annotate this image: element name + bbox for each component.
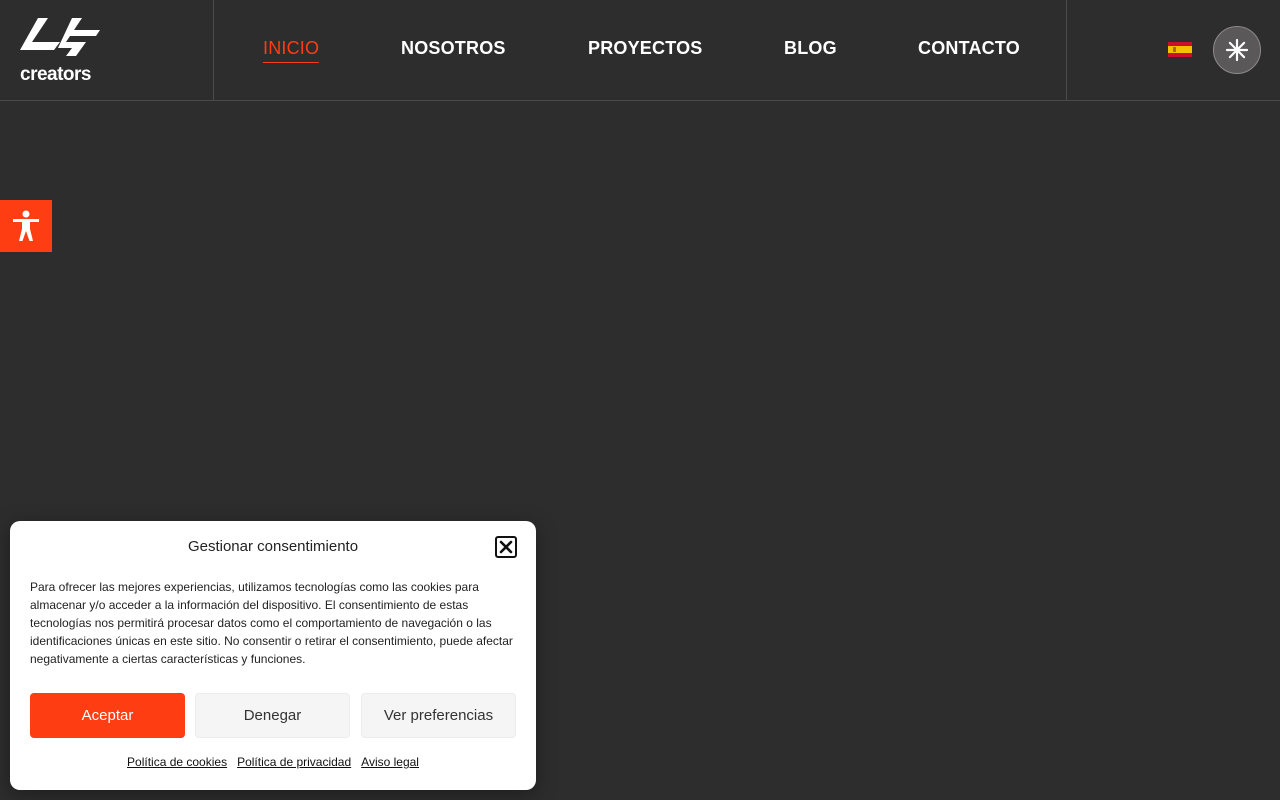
nav-item-contacto[interactable]: CONTACTO — [918, 38, 1020, 59]
asterisk-icon — [1225, 38, 1249, 62]
logo-text: creators — [20, 64, 92, 85]
privacy-policy-link[interactable]: Política de privacidad — [237, 755, 351, 769]
nav-item-proyectos[interactable]: PROYECTOS — [588, 38, 703, 59]
logo[interactable]: creators — [0, 0, 214, 100]
accessibility-person-icon — [13, 210, 39, 241]
nav-item-nosotros[interactable]: NOSOTROS — [401, 38, 506, 59]
header-actions — [1066, 0, 1280, 100]
close-button[interactable] — [495, 536, 517, 558]
cookie-policy-link[interactable]: Política de cookies — [127, 755, 227, 769]
main-nav: INICIO NOSOTROS PROYECTOS BLOG CONTACTO — [214, 0, 1066, 100]
cookie-title: Gestionar consentimiento — [187, 538, 359, 555]
close-icon — [499, 540, 513, 554]
asterisk-button[interactable] — [1213, 26, 1261, 74]
cookie-links: Política de cookies Política de privacid… — [10, 755, 536, 769]
logo-mark-icon — [20, 18, 100, 56]
view-preferences-button[interactable]: Ver preferencias — [361, 693, 516, 738]
accept-button[interactable]: Aceptar — [30, 693, 185, 738]
cookie-consent-dialog: Gestionar consentimiento Para ofrecer la… — [10, 521, 536, 790]
cookie-text: Para ofrecer las mejores experiencias, u… — [30, 580, 513, 666]
deny-button[interactable]: Denegar — [195, 693, 350, 738]
accessibility-button[interactable] — [0, 200, 52, 252]
nav-item-blog[interactable]: BLOG — [784, 38, 837, 59]
legal-notice-link[interactable]: Aviso legal — [361, 755, 419, 769]
site-header: creators INICIO NOSOTROS PROYECTOS BLOG … — [0, 0, 1280, 101]
spain-flag-icon[interactable] — [1168, 42, 1192, 57]
nav-item-inicio[interactable]: INICIO — [263, 38, 320, 63]
